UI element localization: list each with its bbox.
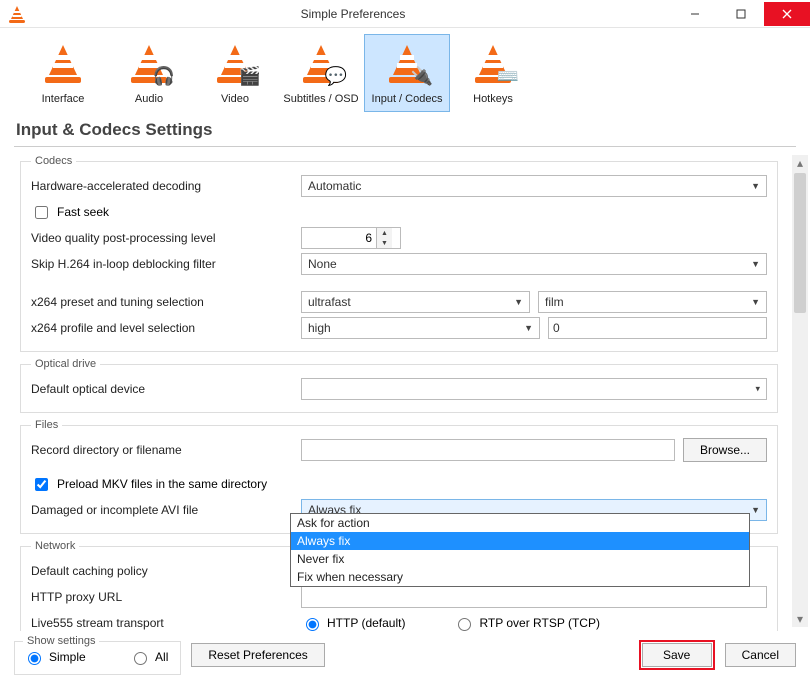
- cancel-button[interactable]: Cancel: [725, 643, 796, 667]
- x264-preset-select[interactable]: ultrafast▼: [301, 291, 530, 313]
- scroll-down-icon[interactable]: ▾: [792, 611, 808, 627]
- x264-tune-select[interactable]: film▼: [538, 291, 767, 313]
- caching-policy-label: Default caching policy: [31, 564, 293, 578]
- tab-audio[interactable]: 🎧 Audio: [106, 34, 192, 112]
- hw-decode-label: Hardware-accelerated decoding: [31, 179, 293, 193]
- hw-decode-select[interactable]: Automatic▼: [301, 175, 767, 197]
- footer: Show settings Simple All Reset Preferenc…: [0, 631, 810, 685]
- group-files-legend: Files: [31, 419, 62, 431]
- group-codecs-legend: Codecs: [31, 155, 76, 167]
- fast-seek-checkbox[interactable]: Fast seek: [31, 203, 109, 222]
- show-settings-legend: Show settings: [23, 635, 99, 647]
- record-dir-label: Record directory or filename: [31, 443, 293, 457]
- minimize-button[interactable]: [672, 2, 718, 26]
- chevron-down-icon: ▼: [514, 297, 523, 307]
- show-settings-simple-radio[interactable]: Simple: [23, 649, 86, 665]
- cone-icon: [41, 41, 85, 85]
- titlebar: Simple Preferences: [0, 0, 810, 28]
- settings-scroll-area: Codecs Hardware-accelerated decoding Aut…: [0, 151, 788, 631]
- live555-label: Live555 stream transport: [31, 616, 293, 630]
- pp-level-label: Video quality post-processing level: [31, 231, 293, 245]
- tab-hotkeys[interactable]: ⌨️ Hotkeys: [450, 34, 536, 112]
- http-proxy-input[interactable]: [301, 586, 767, 608]
- group-optical: Optical drive Default optical device ▾: [20, 358, 778, 413]
- scrollbar-thumb[interactable]: [794, 173, 806, 313]
- x264-profile-select[interactable]: high▼: [301, 317, 540, 339]
- pp-level-spinner[interactable]: ▲▼: [301, 227, 401, 249]
- cone-icon: 🔌: [385, 41, 429, 85]
- damaged-avi-option-when-necessary[interactable]: Fix when necessary: [291, 568, 749, 586]
- damaged-avi-label: Damaged or incomplete AVI file: [31, 503, 293, 517]
- chevron-down-icon: ▼: [751, 259, 760, 269]
- preload-mkv-checkbox[interactable]: Preload MKV files in the same directory: [31, 475, 267, 494]
- x264-profile-label: x264 profile and level selection: [31, 321, 293, 335]
- scroll-up-icon[interactable]: ▴: [792, 155, 808, 171]
- browse-button[interactable]: Browse...: [683, 438, 767, 462]
- chevron-down-icon: ▼: [524, 323, 533, 333]
- tab-video[interactable]: 🎬 Video: [192, 34, 278, 112]
- damaged-avi-dropdown-list[interactable]: Ask for action Always fix Never fix Fix …: [290, 513, 750, 587]
- window-title: Simple Preferences: [34, 7, 672, 21]
- divider: [14, 146, 796, 147]
- cone-icon: 🎬: [213, 41, 257, 85]
- skip-deblock-label: Skip H.264 in-loop deblocking filter: [31, 257, 293, 271]
- cone-icon: ⌨️: [471, 41, 515, 85]
- cone-icon: 💬: [299, 41, 343, 85]
- default-optical-label: Default optical device: [31, 382, 293, 396]
- skip-deblock-select[interactable]: None▼: [301, 253, 767, 275]
- http-proxy-label: HTTP proxy URL: [31, 590, 293, 604]
- show-settings-all-radio[interactable]: All: [129, 649, 168, 665]
- tab-input-codecs[interactable]: 🔌 Input / Codecs: [364, 34, 450, 112]
- damaged-avi-option-ask[interactable]: Ask for action: [291, 514, 749, 532]
- chevron-down-icon: ▼: [751, 181, 760, 191]
- cone-icon: 🎧: [127, 41, 171, 85]
- chevron-down-icon: ▾: [755, 384, 760, 395]
- maximize-button[interactable]: [718, 2, 764, 26]
- record-dir-input[interactable]: [301, 439, 675, 461]
- live555-rtsp-radio[interactable]: RTP over RTSP (TCP): [453, 615, 599, 631]
- pp-level-input[interactable]: [302, 228, 376, 248]
- x264-level-input[interactable]: 0: [548, 317, 767, 339]
- group-network-legend: Network: [31, 540, 79, 552]
- default-optical-select[interactable]: ▾: [301, 378, 767, 400]
- page-title: Input & Codecs Settings: [0, 112, 810, 140]
- x264-preset-label: x264 preset and tuning selection: [31, 295, 293, 309]
- save-button-highlight: Save: [639, 640, 715, 670]
- vertical-scrollbar[interactable]: ▴ ▾: [792, 155, 808, 627]
- chevron-down-icon: ▼: [751, 505, 760, 515]
- spin-down-icon[interactable]: ▼: [377, 238, 392, 248]
- show-settings-group: Show settings Simple All: [14, 635, 181, 675]
- spin-up-icon[interactable]: ▲: [377, 228, 392, 238]
- damaged-avi-option-always[interactable]: Always fix: [291, 532, 749, 550]
- save-button[interactable]: Save: [642, 643, 712, 667]
- vlc-app-icon: [8, 5, 26, 23]
- group-codecs: Codecs Hardware-accelerated decoding Aut…: [20, 155, 778, 352]
- close-button[interactable]: [764, 2, 810, 26]
- chevron-down-icon: ▼: [751, 297, 760, 307]
- category-tabs: Interface 🎧 Audio 🎬 Video 💬 Subtitles / …: [0, 28, 810, 112]
- reset-preferences-button[interactable]: Reset Preferences: [191, 643, 324, 667]
- live555-http-radio[interactable]: HTTP (default): [301, 615, 405, 631]
- tab-interface[interactable]: Interface: [20, 34, 106, 112]
- damaged-avi-option-never[interactable]: Never fix: [291, 550, 749, 568]
- tab-subtitles[interactable]: 💬 Subtitles / OSD: [278, 34, 364, 112]
- group-optical-legend: Optical drive: [31, 358, 100, 370]
